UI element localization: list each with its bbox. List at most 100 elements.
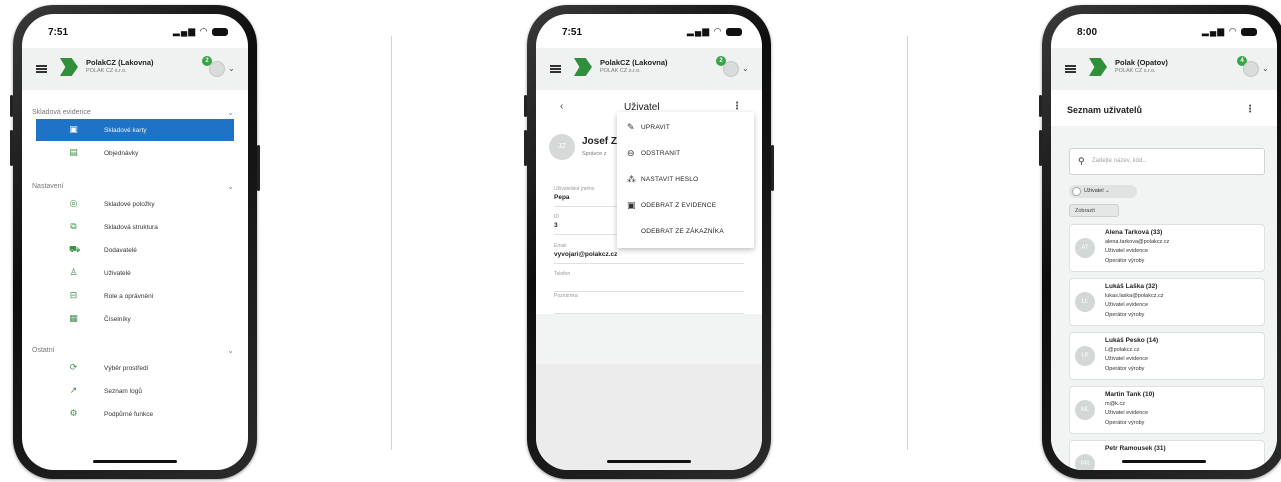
- user-name: Petr Ramousek (31): [1105, 445, 1166, 452]
- list-item[interactable]: ML Martin Tank (10) m@k.cz Uživatel evidenc…: [1069, 386, 1265, 434]
- sidebar-item-label: Skladové karty: [104, 127, 147, 134]
- field-label: ID: [554, 214, 559, 220]
- dropdown-item[interactable]: ⊖ ODSTRANIT: [617, 141, 754, 165]
- user-avatar[interactable]: [1243, 61, 1259, 77]
- filter-chip-label: Uživatel ⌄: [1084, 188, 1110, 194]
- user-name: Josef Z: [582, 136, 618, 147]
- search-input[interactable]: ⚲ Zadejte název, kód...: [1069, 148, 1265, 175]
- divider-left: [391, 36, 392, 450]
- status-bar: 7:51 ▂▄▆ ◠: [22, 14, 248, 48]
- sidebar-item[interactable]: ⧉ Skladová struktura: [36, 216, 234, 238]
- filter-toggle-icon: [1072, 187, 1081, 196]
- signal-wifi-battery-icon: ▂▄▆ ◠: [173, 26, 228, 37]
- sidebar-item-label: Seznam logů: [104, 388, 142, 395]
- user-name: Lukáš Laška (32): [1105, 283, 1158, 290]
- dropdown-item-label: NASTAVIT HESLO: [641, 176, 699, 183]
- sidebar-item[interactable]: ▤ Objednávky: [36, 142, 234, 164]
- user-email: m@k.cz: [1105, 401, 1125, 407]
- sidebar-item[interactable]: ⊟ Role a oprávnění: [36, 285, 234, 307]
- sidebar-item-label: Výběr prostředí: [104, 365, 149, 372]
- menu-icon[interactable]: [1065, 65, 1076, 73]
- menu-icon[interactable]: [550, 65, 561, 73]
- user-avatar[interactable]: [723, 61, 739, 77]
- sidebar-item-label: Role a oprávnění: [104, 293, 154, 300]
- polak-logo-icon: [1089, 58, 1107, 76]
- signal-wifi-battery-icon: ▂▄▆ ◠: [1202, 26, 1257, 37]
- chevron-down-icon[interactable]: ⌄: [227, 346, 234, 355]
- show-button-label: Zobrazit: [1075, 208, 1095, 214]
- remove-evidence-icon: ▣: [627, 200, 636, 210]
- section-title: Skladová evidence: [32, 109, 91, 116]
- sidebar-item[interactable]: ▦ Číselníky: [36, 308, 234, 330]
- avatar: JZ: [549, 134, 575, 160]
- chevron-down-icon[interactable]: ⌄: [228, 64, 235, 73]
- sidebar-item[interactable]: ◎ Skladové položky: [36, 193, 234, 215]
- codelists-icon: ▦: [69, 313, 78, 323]
- logs-icon: ↗: [69, 385, 78, 395]
- dropdown-item[interactable]: ODEBRAT ZE ZÁKAZNÍKA: [617, 219, 754, 243]
- avatar: LP: [1075, 346, 1095, 366]
- dropdown-item-label: ODEBRAT Z EVIDENCE: [641, 202, 717, 209]
- field-value: 3: [554, 222, 558, 229]
- sidebar-item[interactable]: ♙ Uživatelé: [36, 262, 234, 284]
- chevron-down-icon[interactable]: ⌄: [742, 64, 749, 73]
- list-item[interactable]: PR Petr Ramousek (31): [1069, 440, 1265, 470]
- phone1-screen: 7:51 ▂▄▆ ◠ PolakCZ (Lakovna) POLAK CZ s.…: [22, 14, 248, 470]
- search-icon: ⚲: [1078, 156, 1085, 166]
- user-role: Operátor výroby: [1105, 312, 1145, 318]
- app-header: PolakCZ (Lakovna) POLAK CZ s.r.o. 2 ⌄: [536, 48, 762, 90]
- sidebar-item[interactable]: ⟳ Výběr prostředí: [36, 357, 234, 379]
- user-group: Uživatel evidence: [1105, 410, 1149, 416]
- field-label: Telefon: [554, 271, 571, 277]
- options-dropdown: ✎ UPRAVIT ⊖ ODSTRANIT ⁂ NASTAVIT HESLO ▣ ODEBRA…: [617, 112, 754, 248]
- field-label: Uživatelské jméno: [554, 186, 595, 192]
- status-bar: 8:00 ▂▄▆ ◠: [1051, 14, 1277, 48]
- polak-logo-icon: [60, 58, 78, 76]
- sidebar-item-label: Skladové položky: [104, 201, 155, 208]
- app-header: Polak (Opatov) POLAK CZ s.r.o. 4 ⌄: [1051, 48, 1277, 90]
- sidebar-item[interactable]: ⛟ Dodavatelé: [36, 239, 234, 261]
- field-label: Poznámka: [554, 293, 578, 299]
- home-indicator: [607, 460, 691, 463]
- section-title: Ostatní: [32, 347, 55, 354]
- phone-user-detail: 7:51 ▂▄▆ ◠ PolakCZ (Lakovna) POLAK CZ s.…: [524, 5, 774, 479]
- user-avatar[interactable]: [209, 61, 225, 77]
- sidebar-item[interactable]: ↗ Seznam logů: [36, 380, 234, 402]
- sidebar-item-label: Skladová struktura: [104, 224, 158, 231]
- chevron-down-icon[interactable]: ⌄: [1262, 64, 1269, 73]
- list-item[interactable]: LL Lukáš Laška (32) lukas.laska@polakcz.cz…: [1069, 278, 1265, 326]
- suppliers-icon: ⛟: [69, 244, 81, 254]
- dropdown-item[interactable]: ▣ ODEBRAT Z EVIDENCE: [617, 193, 754, 217]
- list-item[interactable]: AT Alena Tarková (33) alena.tarkova@polakc…: [1069, 224, 1265, 272]
- sidebar-item-label: Dodavatelé: [104, 247, 137, 254]
- company-subtitle: POLAK CZ s.r.o.: [600, 68, 641, 74]
- menu-icon[interactable]: [36, 65, 47, 73]
- more-options-icon[interactable]: ⋮: [732, 101, 742, 112]
- user-group: Uživatel evidence: [1105, 356, 1149, 362]
- list-item[interactable]: LP Lukáš Pesko (14) L@polakcz.cz Uživatel e…: [1069, 332, 1265, 380]
- search-placeholder: Zadejte název, kód...: [1092, 158, 1148, 164]
- dropdown-item[interactable]: ✎ UPRAVIT: [617, 115, 754, 139]
- company-name: Polak (Opatov): [1115, 58, 1168, 67]
- more-options-icon[interactable]: ⋮: [1245, 104, 1255, 115]
- home-indicator: [93, 460, 177, 463]
- avatar: ML: [1075, 400, 1095, 420]
- edit-icon: ✎: [627, 122, 635, 132]
- sidebar-item[interactable]: ⚙ Podpůrné funkce: [36, 403, 234, 425]
- home-indicator: [1122, 460, 1206, 463]
- detail-field: Poznámka: [554, 293, 744, 314]
- chevron-down-icon[interactable]: ⌄: [227, 182, 234, 191]
- phone2-screen: 7:51 ▂▄▆ ◠ PolakCZ (Lakovna) POLAK CZ s.…: [536, 14, 762, 470]
- status-time: 7:51: [48, 27, 69, 38]
- structure-icon: ⧉: [70, 221, 77, 231]
- dropdown-item[interactable]: ⁂ NASTAVIT HESLO: [617, 167, 754, 191]
- sidebar-item[interactable]: ▣ Skladové karty: [36, 119, 234, 141]
- divider-right: [907, 36, 908, 450]
- back-icon[interactable]: ‹: [560, 101, 563, 112]
- show-button[interactable]: Zobrazit: [1069, 204, 1119, 217]
- filter-chip-user[interactable]: Uživatel ⌄: [1069, 185, 1137, 198]
- page-title: Seznam uživatelů: [1067, 105, 1143, 115]
- support-icon: ⚙: [69, 408, 78, 418]
- chevron-down-icon[interactable]: ⌄: [227, 108, 234, 117]
- user-role: Operátor výroby: [1105, 420, 1145, 426]
